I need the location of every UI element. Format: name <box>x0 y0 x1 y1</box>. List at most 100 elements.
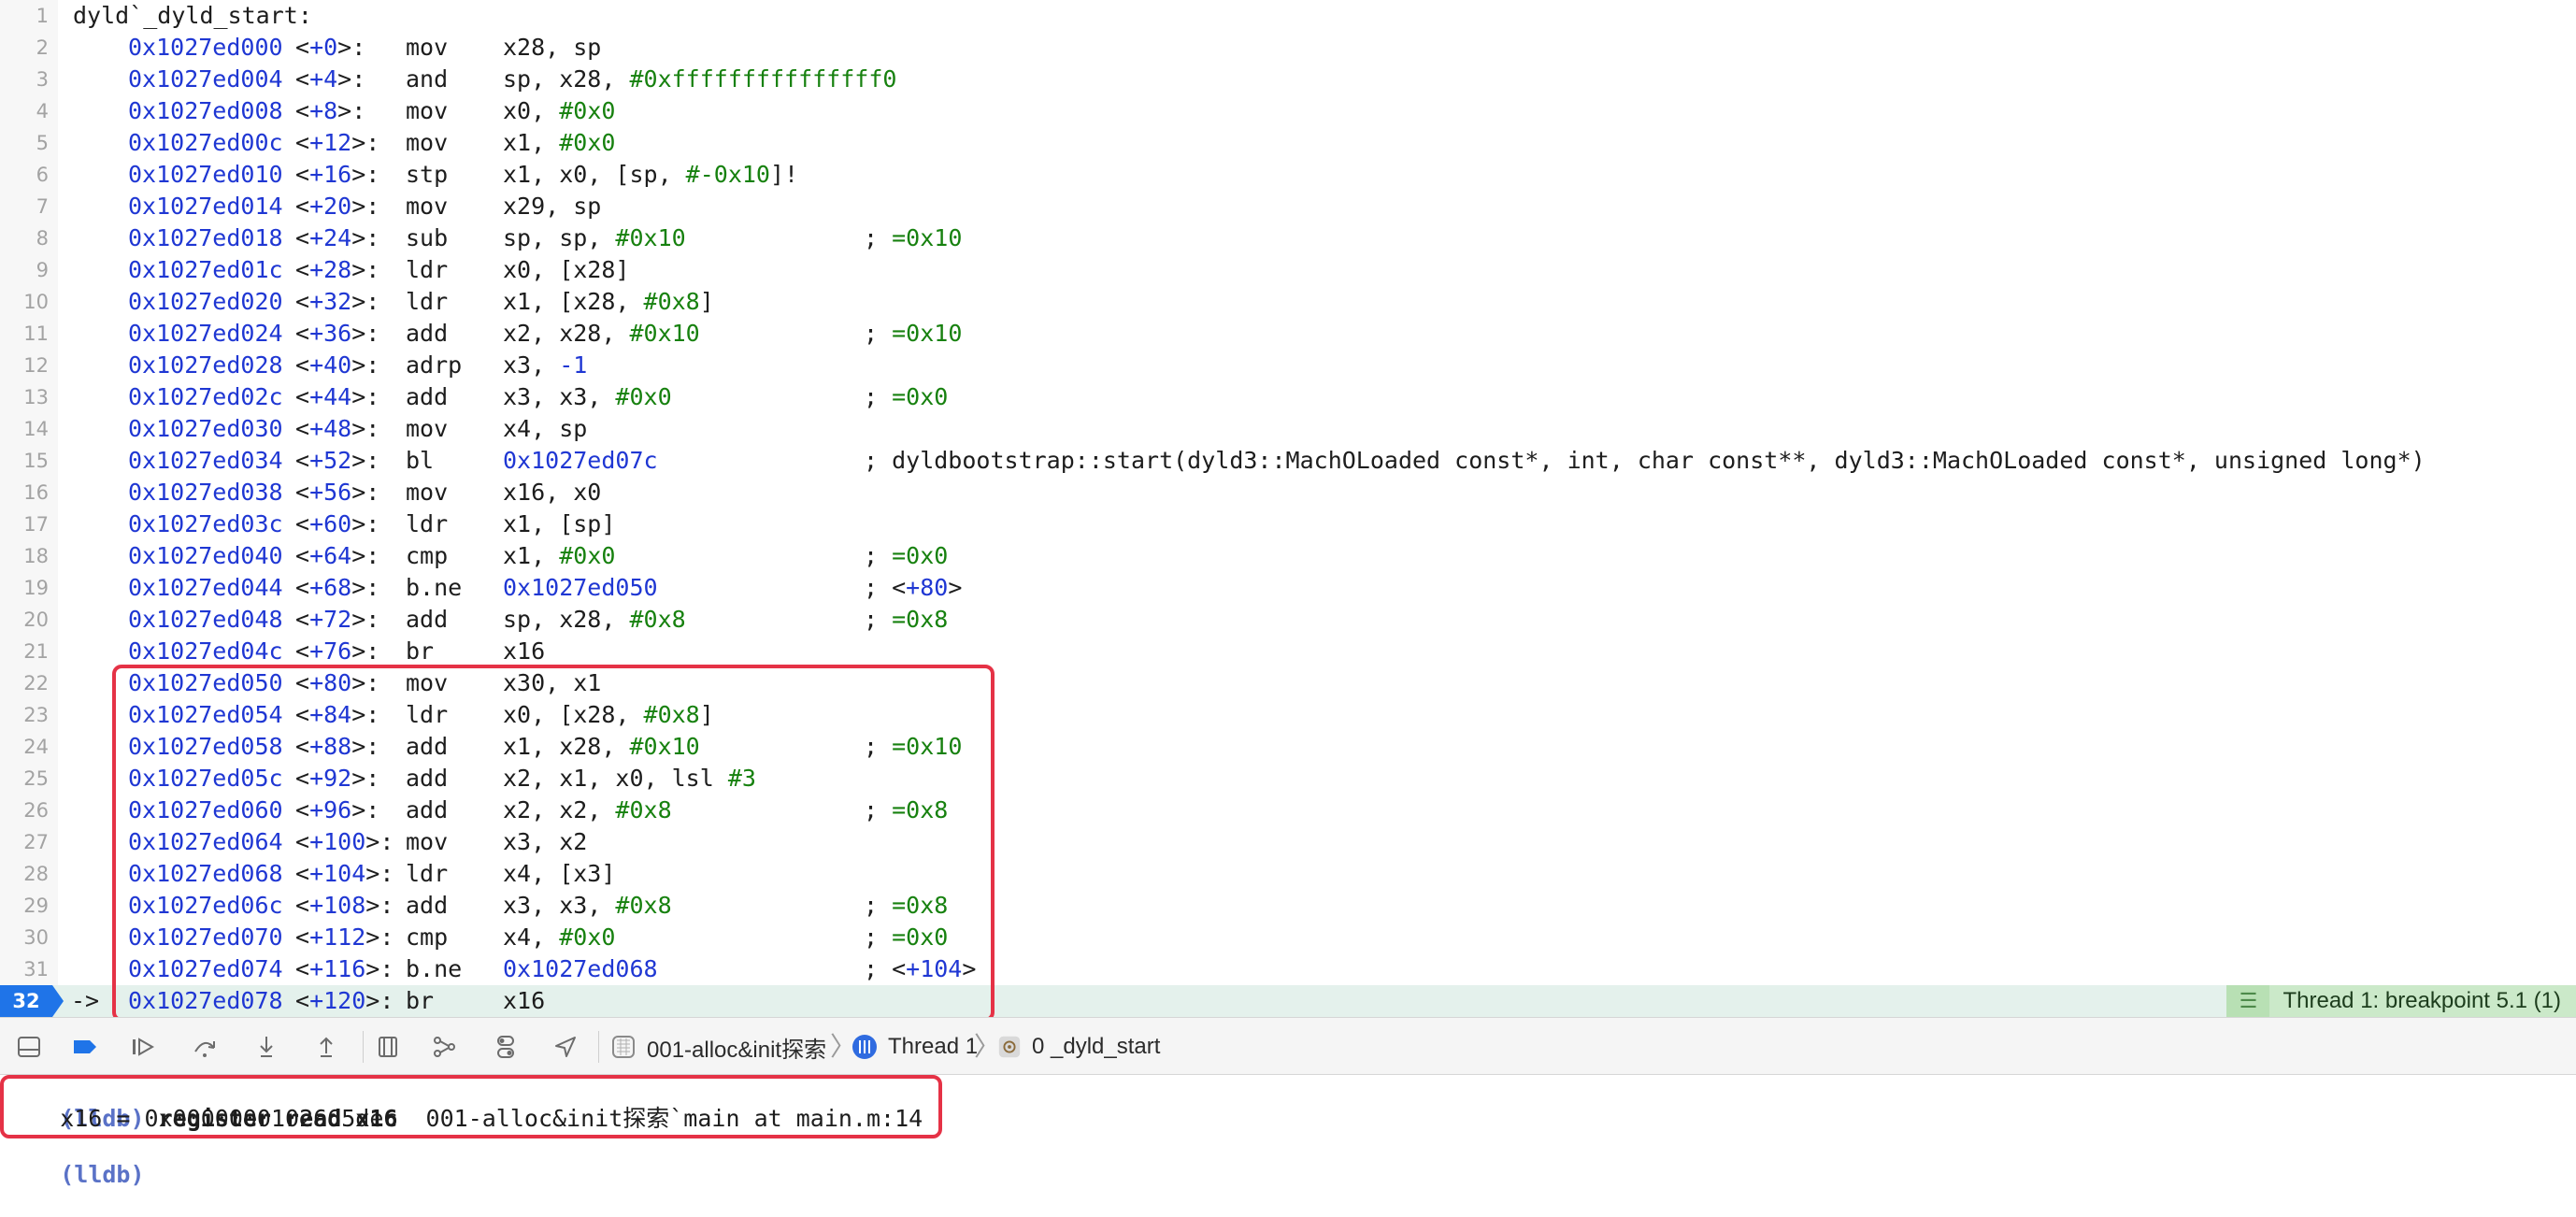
disassembly-line[interactable]: 25 0x1027ed05c <+92>: add x2, x1, x0, lsl #3 <box>0 763 2576 795</box>
disassembly-line[interactable]: 9 0x1027ed01c <+28>: ldr x0, [x28] <box>0 254 2576 286</box>
breakpoints-toggle-button[interactable] <box>69 1031 101 1063</box>
instruction-operands: sp, x28, #0x8 <box>503 604 686 636</box>
instruction-address: 0x1027ed050 <box>128 669 283 696</box>
operand-text: x4, [x3] <box>503 860 616 887</box>
comment-value: =0x0 <box>892 923 949 951</box>
disassembly-line[interactable]: 3 0x1027ed004 <+4>: and sp, x28, #0xffffffff… <box>0 64 2576 95</box>
disassembly-line[interactable]: 31 0x1027ed074 <+116>: b.ne 0x1027ed068 ; <+1… <box>0 953 2576 985</box>
step-out-button[interactable] <box>310 1031 342 1063</box>
instruction-offset: <+0>: <box>295 34 366 61</box>
offset-value: +116 <box>309 955 366 982</box>
breakpoint-badge[interactable]: ☰ Thread 1: breakpoint 5.1 (1) <box>2226 985 2576 1017</box>
disassembly-line[interactable]: 24 0x1027ed058 <+88>: add x1, x28, #0x10 ; =0… <box>0 731 2576 763</box>
line-number-pill[interactable]: 32 <box>0 985 64 1017</box>
instruction-mnemonic: ldr <box>406 701 449 728</box>
branch-target-address: 0x1027ed050 <box>503 574 658 601</box>
breadcrumb-thread[interactable]: Thread 1 <box>851 1018 978 1076</box>
instruction-address: 0x1027ed05c <box>128 765 283 792</box>
disassembly-line[interactable]: 1 dyld`_dyld_start: <box>0 0 2576 32</box>
instruction-address: 0x1027ed068 <box>128 860 283 887</box>
offset-value: +64 <box>309 542 352 569</box>
environment-overrides-button[interactable] <box>490 1031 522 1063</box>
simulate-location-button[interactable] <box>550 1031 581 1063</box>
disassembly-line[interactable]: 22 0x1027ed050 <+80>: mov x30, x1 <box>0 667 2576 699</box>
operand-text: x4, <box>503 923 560 951</box>
operand-text: x3, <box>503 351 560 379</box>
memory-graph-button[interactable] <box>428 1031 460 1063</box>
pc-arrow: -> <box>71 987 100 1014</box>
disassembly-line[interactable]: 2 0x1027ed000 <+0>: mov x28, sp <box>0 32 2576 64</box>
instruction-offset: <+64>: <box>295 542 380 569</box>
step-into-button[interactable] <box>250 1031 282 1063</box>
immediate-value: #0x10 <box>615 224 686 251</box>
instruction-mnemonic: mov <box>406 669 449 696</box>
continue-button[interactable] <box>127 1031 159 1063</box>
instruction-offset: <+116>: <box>295 955 394 982</box>
offset-value: +40 <box>309 351 352 379</box>
instruction-offset: <+12>: <box>295 129 380 156</box>
disassembly-line[interactable]: 19 0x1027ed044 <+68>: b.ne 0x1027ed050 ; <+80… <box>0 572 2576 604</box>
operand-text: x3, x3, <box>503 383 616 410</box>
line-number: 9 <box>36 259 49 281</box>
debug-view-hierarchy-button[interactable] <box>372 1031 404 1063</box>
instruction-offset: <+56>: <box>295 479 380 506</box>
disassembly-line[interactable]: 30 0x1027ed070 <+112>: cmp x4, #0x0 ; =0x0 <box>0 922 2576 953</box>
breadcrumb-frame-label: 0 _dyld_start <box>1032 1034 1161 1059</box>
disassembly-line[interactable]: 8 0x1027ed018 <+24>: sub sp, sp, #0x10 ; =0x1… <box>0 222 2576 254</box>
line-number: 8 <box>36 227 49 250</box>
breadcrumb-frame[interactable]: 0 _dyld_start <box>996 1018 1160 1076</box>
disassembly-line[interactable]: 18 0x1027ed040 <+64>: cmp x1, #0x0 ; =0x0 <box>0 540 2576 572</box>
breakpoint-badge-label: Thread 1: breakpoint 5.1 (1) <box>2283 988 2561 1013</box>
instruction-mnemonic: br <box>406 987 435 1014</box>
instruction-mnemonic: add <box>406 606 449 633</box>
instruction-comment: ; =0x8 <box>864 892 949 919</box>
instruction-address: 0x1027ed010 <box>128 161 283 188</box>
immediate-value: #0x10 <box>629 733 700 760</box>
hide-debug-area-button[interactable] <box>13 1031 45 1063</box>
instruction-comment: ; =0x10 <box>864 733 963 760</box>
line-number: 23 <box>23 704 49 726</box>
disassembly-line[interactable]: 14 0x1027ed030 <+48>: mov x4, sp <box>0 413 2576 445</box>
disassembly-line[interactable]: 27 0x1027ed064 <+100>: mov x3, x2 <box>0 826 2576 858</box>
operand-text: x0, <box>503 97 560 124</box>
disassembly-line[interactable]: 11 0x1027ed024 <+36>: add x2, x28, #0x10 ; =0… <box>0 318 2576 350</box>
disassembly-editor[interactable]: 1 dyld`_dyld_start: 2 0x1027ed000 <+0>: mov x2… <box>0 0 2576 1022</box>
memory-graph-icon <box>434 1037 455 1057</box>
disassembly-line[interactable]: 10 0x1027ed020 <+32>: ldr x1, [x28, #0x8] <box>0 286 2576 318</box>
line-number: 2 <box>36 36 49 59</box>
lldb-console[interactable]: (lldb) register read x16 x16 = 0x0000000… <box>0 1075 2576 1188</box>
breadcrumb-target[interactable]: 001-alloc&init探索 <box>609 1018 826 1076</box>
instruction-offset: <+104>: <box>295 860 394 887</box>
disassembly-line[interactable]: 4 0x1027ed008 <+8>: mov x0, #0x0 <box>0 95 2576 127</box>
disassembly-line[interactable]: 29 0x1027ed06c <+108>: add x3, x3, #0x8 ; =0x… <box>0 890 2576 922</box>
current-instruction-line[interactable]: 32 -> 0x1027ed078 <+120>: br x16 ☰ Thread 1: br… <box>0 985 2576 1017</box>
operand-text: sp, x28, <box>503 65 630 93</box>
disassembly-line[interactable]: 6 0x1027ed010 <+16>: stp x1, x0, [sp, #-0x10… <box>0 159 2576 191</box>
disassembly-line[interactable]: 26 0x1027ed060 <+96>: add x2, x2, #0x8 ; =0x8 <box>0 795 2576 826</box>
line-number: 3 <box>36 68 49 91</box>
console-input-line[interactable]: (lldb) <box>4 1133 144 1188</box>
offset-value: +28 <box>309 256 352 283</box>
disassembly-line[interactable]: 13 0x1027ed02c <+44>: add x3, x3, #0x0 ; =0x0 <box>0 381 2576 413</box>
instruction-offset: <+44>: <box>295 383 380 410</box>
instruction-address: 0x1027ed030 <box>128 415 283 442</box>
instruction-mnemonic: mov <box>406 193 449 220</box>
disassembly-line[interactable]: 7 0x1027ed014 <+20>: mov x29, sp <box>0 191 2576 222</box>
disassembly-line[interactable]: 12 0x1027ed028 <+40>: adrp x3, -1 <box>0 350 2576 381</box>
comment-offset: +104 <box>906 955 963 982</box>
disassembly-line[interactable]: 16 0x1027ed038 <+56>: mov x16, x0 <box>0 477 2576 508</box>
step-over-button[interactable] <box>189 1031 221 1063</box>
instruction-mnemonic: mov <box>406 129 449 156</box>
disassembly-line[interactable]: 5 0x1027ed00c <+12>: mov x1, #0x0 <box>0 127 2576 159</box>
disassembly-line[interactable]: 15 0x1027ed034 <+52>: bl 0x1027ed07c ; dyldbo… <box>0 445 2576 477</box>
disassembly-line[interactable]: 23 0x1027ed054 <+84>: ldr x0, [x28, #0x8] <box>0 699 2576 731</box>
disassembly-line[interactable]: 28 0x1027ed068 <+104>: ldr x4, [x3] <box>0 858 2576 890</box>
instruction-operands: x16, x0 <box>503 477 601 508</box>
disassembly-line[interactable]: 21 0x1027ed04c <+76>: br x16 <box>0 636 2576 667</box>
comment-offset: +80 <box>906 574 949 601</box>
instruction-operands: 0x1027ed07c <box>503 445 658 477</box>
disassembly-line[interactable]: 17 0x1027ed03c <+60>: ldr x1, [sp] <box>0 508 2576 540</box>
disassembly-line[interactable]: 20 0x1027ed048 <+72>: add sp, x28, #0x8 ; =0x… <box>0 604 2576 636</box>
instruction-address: 0x1027ed000 <box>128 34 283 61</box>
instruction-address: 0x1027ed06c <box>128 892 283 919</box>
